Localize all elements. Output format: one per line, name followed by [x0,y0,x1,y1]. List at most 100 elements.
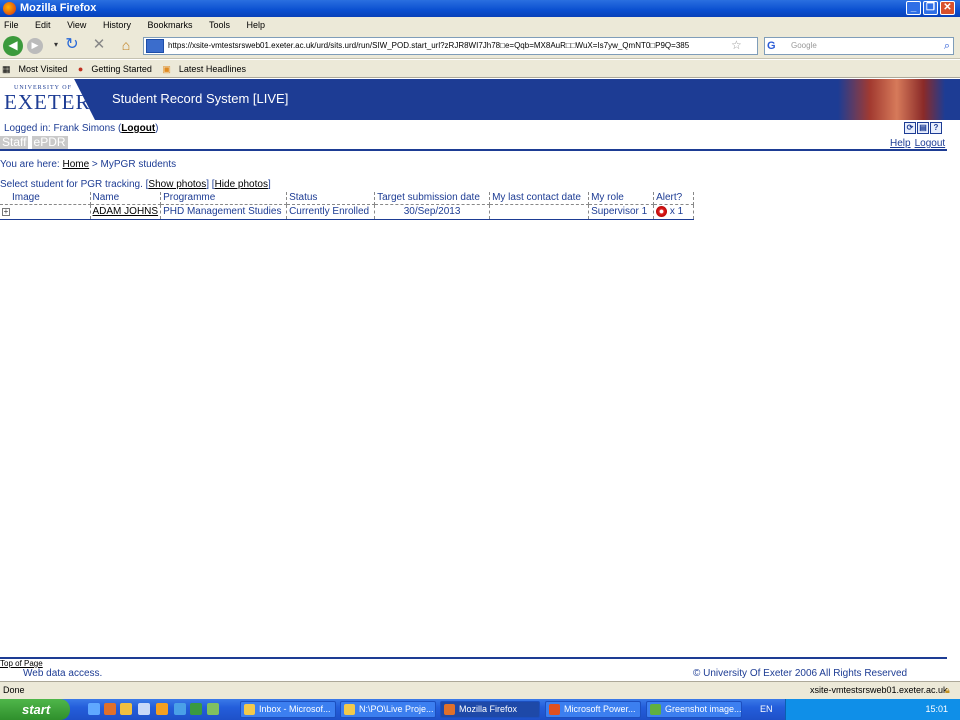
bookmark-most-visited[interactable]: Most Visited [19,64,68,74]
menu-bar: File Edit View History Bookmarks Tools H… [0,17,960,33]
help-icon[interactable]: ? [930,122,942,134]
top-icons: ⟳ ▤? [903,121,942,134]
select-instructions: Select student for PGR tracking. [Show p… [0,179,271,190]
quicklaunch-media-icon[interactable] [138,703,150,715]
menu-bookmarks[interactable]: Bookmarks [147,20,192,30]
status-text: Done [3,685,25,695]
title-bar: Mozilla Firefox _ ❐ ✕ [0,0,960,17]
col-role: My role [588,192,655,205]
minimize-button[interactable]: _ [906,1,921,15]
print-icon[interactable]: ▤ [917,122,929,134]
cell-programme: PHD Management Studies [160,204,288,220]
student-table: Image Name Programme Status Target submi… [0,192,695,220]
logout-link-top[interactable]: Logout [915,138,946,149]
cell-role: Supervisor 1 [588,204,655,220]
close-button[interactable]: ✕ [940,1,955,15]
menu-edit[interactable]: Edit [35,20,51,30]
quicklaunch-outlook-icon[interactable] [120,703,132,715]
col-name: Name [90,192,162,205]
taskbar-inbox[interactable]: Inbox - Microsof... [240,701,336,718]
login-status: Logged in: Frank Simons (Logout) [4,123,159,134]
breadcrumb-home[interactable]: Home [62,159,89,170]
hide-photos-link[interactable]: Hide photos [215,179,268,190]
site-identity-icon[interactable] [146,39,164,53]
cell-alert[interactable]: x 1 [653,204,695,220]
taskbar-firefox[interactable]: Mozilla Firefox [440,701,540,718]
back-icon[interactable]: ◀ [3,36,23,56]
table-header-row: Image Name Programme Status Target submi… [0,192,695,205]
col-alert: Alert? [653,192,695,205]
bookmark-getting-started[interactable]: Getting Started [91,64,152,74]
search-icon[interactable]: ⌕ [944,38,950,54]
refresh-page-icon[interactable]: ⟳ [904,122,916,134]
search-placeholder: Google [791,41,817,50]
tab-staff[interactable]: Staff [0,136,29,149]
powerpoint-icon [549,704,560,715]
status-host: xsite-vmtestsrsweb01.exeter.ac.uk [810,685,948,695]
copyright-text: © University Of Exeter 2006 All Rights R… [693,668,908,679]
quicklaunch-desktop-icon[interactable] [207,703,219,715]
lock-icon[interactable]: 🔒︎ [945,682,950,699]
quicklaunch-word-icon[interactable] [174,703,186,715]
menu-history[interactable]: History [103,20,131,30]
alert-count: x 1 [669,206,684,218]
url-text: https://xsite-vmtestsrsweb01.exeter.ac.u… [168,41,690,50]
quicklaunch-ie-icon[interactable] [88,703,100,715]
logout-link[interactable]: Logout [121,123,155,134]
alert-icon[interactable] [656,205,668,217]
getting-started-icon: ● [77,64,84,74]
google-icon[interactable]: G [767,39,783,53]
start-button[interactable]: start [0,699,70,720]
clock: 15:01 [925,704,948,714]
table-row[interactable]: + ADAM JOHNS PHD Management Studies Curr… [0,204,695,220]
banner-photo [838,79,945,120]
col-contact-date: My last contact date [489,192,590,205]
web-data-access: Web data access. [23,668,103,679]
bookmark-latest-headlines[interactable]: Latest Headlines [179,64,246,74]
window-title: Mozilla Firefox [20,2,97,14]
folder-icon [344,704,355,715]
top-of-page-link[interactable]: Top of Page [0,659,43,668]
quicklaunch-firefox-icon[interactable] [104,703,116,715]
quicklaunch-excel-icon[interactable] [190,703,202,715]
cell-target-date: 30/Sep/2013 [374,204,491,220]
firefox-icon [3,2,16,15]
bookmarks-toolbar: ▦ Most Visited ● Getting Started ▣ Latest H… [0,60,960,78]
col-status: Status [286,192,376,205]
quicklaunch-app-icon[interactable] [156,703,168,715]
reload-icon[interactable]: ↻ [62,36,82,56]
menu-tools[interactable]: Tools [209,20,230,30]
search-input[interactable]: G Google ⌕ [764,37,954,55]
firefox-task-icon [444,704,455,715]
taskbar-greenshot[interactable]: Greenshot image... [646,701,742,718]
show-photos-link[interactable]: Show photos [148,179,206,190]
taskbar-powerpoint[interactable]: Microsoft Power... [545,701,641,718]
navigation-toolbar: ◀ ▶ ▾ ↻ ✕ ⌂ https://xsite-vmtestsrsweb01… [0,33,960,59]
col-programme: Programme [160,192,288,205]
help-links: Help Logout [886,138,945,149]
menu-view[interactable]: View [67,20,86,30]
university-logo[interactable]: UNIVERSITY OF EXETER [0,79,95,120]
system-title: Student Record System [LIVE] [112,91,289,106]
bookmark-icon: ▦ [2,64,11,74]
taskbar: start Inbox - Microsof... N:\PO\Live Pro… [0,699,960,720]
system-tray: 15:01 [785,699,960,720]
url-bar[interactable]: https://xsite-vmtestsrsweb01.exeter.ac.u… [143,37,758,55]
student-name-link[interactable]: ADAM JOHNS [90,204,162,220]
home-icon[interactable]: ⌂ [116,36,136,56]
cell-status: Currently Enrolled [286,204,376,220]
menu-file[interactable]: File [4,20,19,30]
taskbar-folder[interactable]: N:\PO\Live Proje... [340,701,436,718]
tab-epdr[interactable]: ePDR [31,136,68,149]
bookmark-star-icon[interactable]: ☆ [731,38,742,52]
stop-icon[interactable]: ✕ [89,36,109,56]
maximize-button[interactable]: ❐ [923,1,938,15]
help-link[interactable]: Help [890,138,911,149]
menu-help[interactable]: Help [247,20,266,30]
cell-image: + [0,204,91,220]
outlook-icon [244,704,255,715]
language-indicator[interactable]: EN [760,699,773,720]
expand-icon[interactable]: + [2,208,10,216]
status-bar: Done xsite-vmtestsrsweb01.exeter.ac.uk 🔒… [0,681,960,699]
forward-icon[interactable]: ▶ [27,38,43,54]
